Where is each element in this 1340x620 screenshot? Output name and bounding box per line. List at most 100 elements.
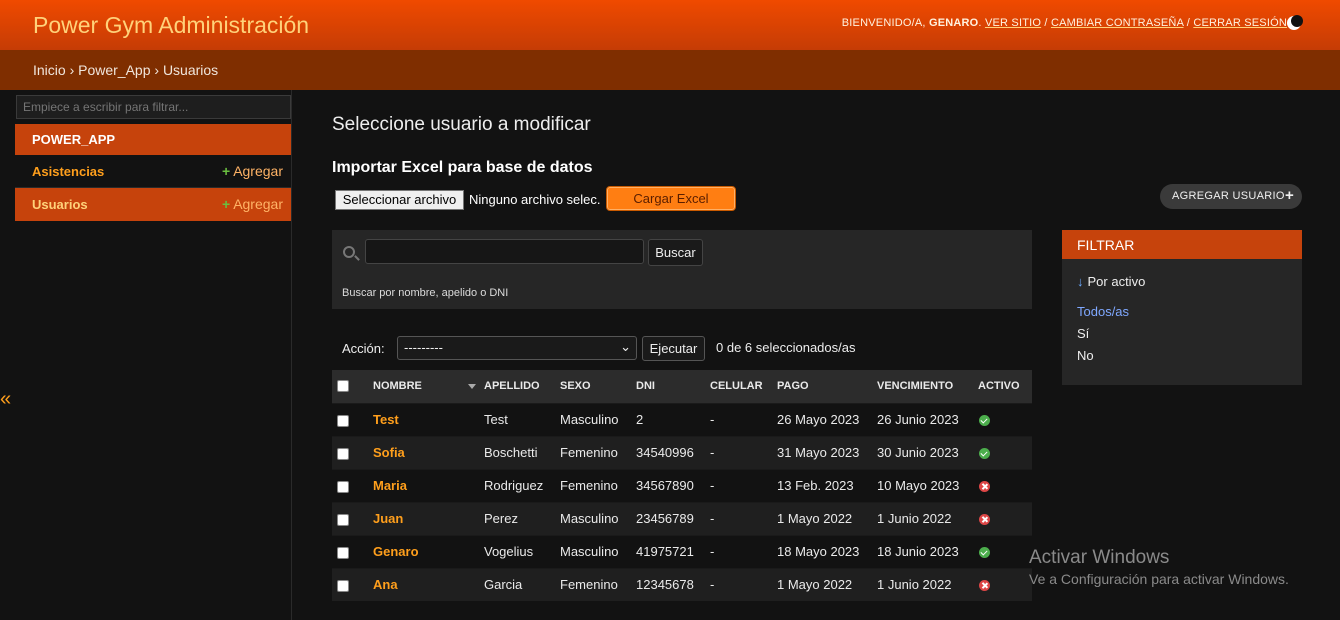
separator: /	[1044, 17, 1048, 29]
add-usuario-link[interactable]: + Agregar	[222, 196, 283, 212]
cell-activo	[973, 534, 1032, 568]
file-select-button[interactable]: Seleccionar archivo	[335, 190, 464, 210]
column-header-pago[interactable]: PAGO	[772, 370, 872, 403]
row-select-cell	[332, 534, 368, 568]
sidebar-filter-input[interactable]	[16, 95, 291, 119]
user-name-link[interactable]: Test	[373, 412, 399, 427]
cell-pago: 18 Mayo 2023	[772, 534, 872, 568]
user-name-link[interactable]: Sofia	[373, 445, 405, 460]
search-toolbar: Buscar Buscar por nombre, apelido o DNI	[332, 230, 1032, 309]
breadcrumb[interactable]: Inicio › Power_App › Usuarios	[0, 50, 1340, 90]
column-header-activo[interactable]: ACTIVO	[973, 370, 1032, 403]
cell-vencimiento: 1 Junio 2022	[872, 567, 973, 601]
row-select-cell	[332, 402, 368, 436]
user-name-link[interactable]: Maria	[373, 478, 407, 493]
column-header-dni[interactable]: DNI	[631, 370, 705, 403]
row-checkbox[interactable]	[337, 480, 349, 493]
table-header-row: NOMBRE APELLIDO SEXO DNI CELULAR PAGO VE…	[332, 370, 1032, 403]
row-checkbox[interactable]	[337, 414, 349, 427]
action-label: Acción:	[342, 341, 385, 356]
cell-nombre: Maria	[368, 468, 479, 502]
execute-button[interactable]: Ejecutar	[642, 336, 705, 361]
add-label: Agregar	[233, 163, 283, 179]
cell-pago: 26 Mayo 2023	[772, 402, 872, 436]
sidebar-item-usuarios: Usuarios + Agregar	[15, 188, 291, 221]
column-header-nombre[interactable]: NOMBRE	[368, 370, 479, 403]
search-input[interactable]	[365, 239, 644, 264]
sidebar-collapse-icon[interactable]: «	[0, 388, 11, 411]
upload-excel-button[interactable]: Cargar Excel	[606, 186, 736, 211]
cell-sexo: Masculino	[555, 534, 631, 568]
cell-sexo: Femenino	[555, 567, 631, 601]
cell-vencimiento: 26 Junio 2023	[872, 402, 973, 436]
cell-activo	[973, 402, 1032, 436]
cell-apellido: Vogelius	[479, 534, 555, 568]
row-checkbox[interactable]	[337, 546, 349, 559]
add-user-button[interactable]: AGREGAR USUARIO +	[1160, 184, 1302, 209]
table-body: Test Test Masculino 2-26 Mayo 2023 26 Junio …	[332, 402, 1032, 601]
filter-heading-label: Por activo	[1087, 274, 1146, 289]
x-circle-icon	[979, 580, 990, 592]
activation-watermark-title: Activar Windows	[1029, 547, 1170, 568]
cell-vencimiento: 30 Junio 2023	[872, 435, 973, 469]
filter-heading: ↓ Por activo	[1077, 274, 1145, 289]
user-name-link[interactable]: Ana	[373, 577, 398, 592]
activation-watermark-subtitle: Ve a Configuración para activar Windows.	[1029, 571, 1289, 587]
cell-dni: 34540996	[631, 435, 705, 469]
select-all-checkbox[interactable]	[337, 380, 349, 393]
user-tools: BIENVENIDO/A, GENARO. VER SITIO / CAMBIA…	[841, 17, 1287, 29]
filter-choice-yes[interactable]: Sí	[1077, 326, 1089, 341]
plus-icon: +	[1284, 187, 1294, 204]
plus-icon: +	[222, 163, 231, 179]
check-circle-icon	[979, 448, 990, 460]
sidebar-item-label[interactable]: Asistencias	[32, 164, 104, 179]
cell-pago: 1 Mayo 2022	[772, 567, 872, 601]
column-header-sexo[interactable]: SEXO	[555, 370, 631, 403]
row-select-cell	[332, 468, 368, 502]
cell-pago: 1 Mayo 2022	[772, 501, 872, 535]
site-title[interactable]: Power Gym Administración	[33, 12, 309, 39]
theme-toggle-moon-icon[interactable]	[1287, 15, 1303, 30]
search-help-text: Buscar por nombre, apelido o DNI	[342, 287, 509, 299]
row-checkbox[interactable]	[337, 447, 349, 460]
user-name-link[interactable]: Juan	[373, 511, 403, 526]
add-user-label: AGREGAR USUARIO	[1172, 190, 1285, 202]
column-header-vencimiento[interactable]: VENCIMIENTO	[872, 370, 973, 403]
row-select-cell	[332, 567, 368, 601]
cell-vencimiento: 18 Junio 2023	[872, 534, 973, 568]
cell-sexo: Femenino	[555, 435, 631, 469]
filter-choice-all[interactable]: Todos/as	[1077, 304, 1129, 319]
sidebar-app-caption[interactable]: POWER_APP	[15, 124, 291, 155]
x-circle-icon	[979, 481, 990, 493]
selection-counter: 0 de 6 seleccionados/as	[716, 340, 856, 355]
action-select[interactable]: --------- ⌄	[397, 336, 637, 360]
check-circle-icon	[979, 547, 990, 559]
cell-nombre: Ana	[368, 567, 479, 601]
cell-apellido: Boschetti	[479, 435, 555, 469]
cell-nombre: Sofia	[368, 435, 479, 469]
add-asistencia-link[interactable]: + Agregar	[222, 163, 283, 179]
cell-apellido: Rodriguez	[479, 468, 555, 502]
change-password-link[interactable]: CAMBIAR CONTRASEÑA	[1051, 17, 1184, 29]
row-checkbox[interactable]	[337, 579, 349, 592]
logout-link[interactable]: CERRAR SESIÓN	[1193, 17, 1287, 29]
sort-down-icon[interactable]	[467, 383, 476, 389]
row-select-cell	[332, 435, 368, 469]
user-name-link[interactable]: Genaro	[373, 544, 419, 559]
sidebar-item-label[interactable]: Usuarios	[32, 197, 88, 212]
username: GENARO	[928, 17, 979, 29]
column-header-apellido[interactable]: APELLIDO	[479, 370, 555, 403]
search-button[interactable]: Buscar	[648, 239, 703, 266]
cell-pago: 13 Feb. 2023	[772, 468, 872, 502]
filter-choice-no[interactable]: No	[1077, 348, 1094, 363]
cell-sexo: Femenino	[555, 468, 631, 502]
import-title: Importar Excel para base de datos	[332, 159, 593, 176]
view-site-link[interactable]: VER SITIO	[985, 17, 1041, 29]
row-checkbox[interactable]	[337, 513, 349, 526]
search-icon	[343, 246, 355, 258]
cell-celular: -	[705, 402, 772, 436]
results-table: NOMBRE APELLIDO SEXO DNI CELULAR PAGO VE…	[332, 370, 1032, 601]
cell-celular: -	[705, 468, 772, 502]
column-header-celular[interactable]: CELULAR	[705, 370, 772, 403]
arrow-down-icon: ↓	[1077, 274, 1084, 289]
